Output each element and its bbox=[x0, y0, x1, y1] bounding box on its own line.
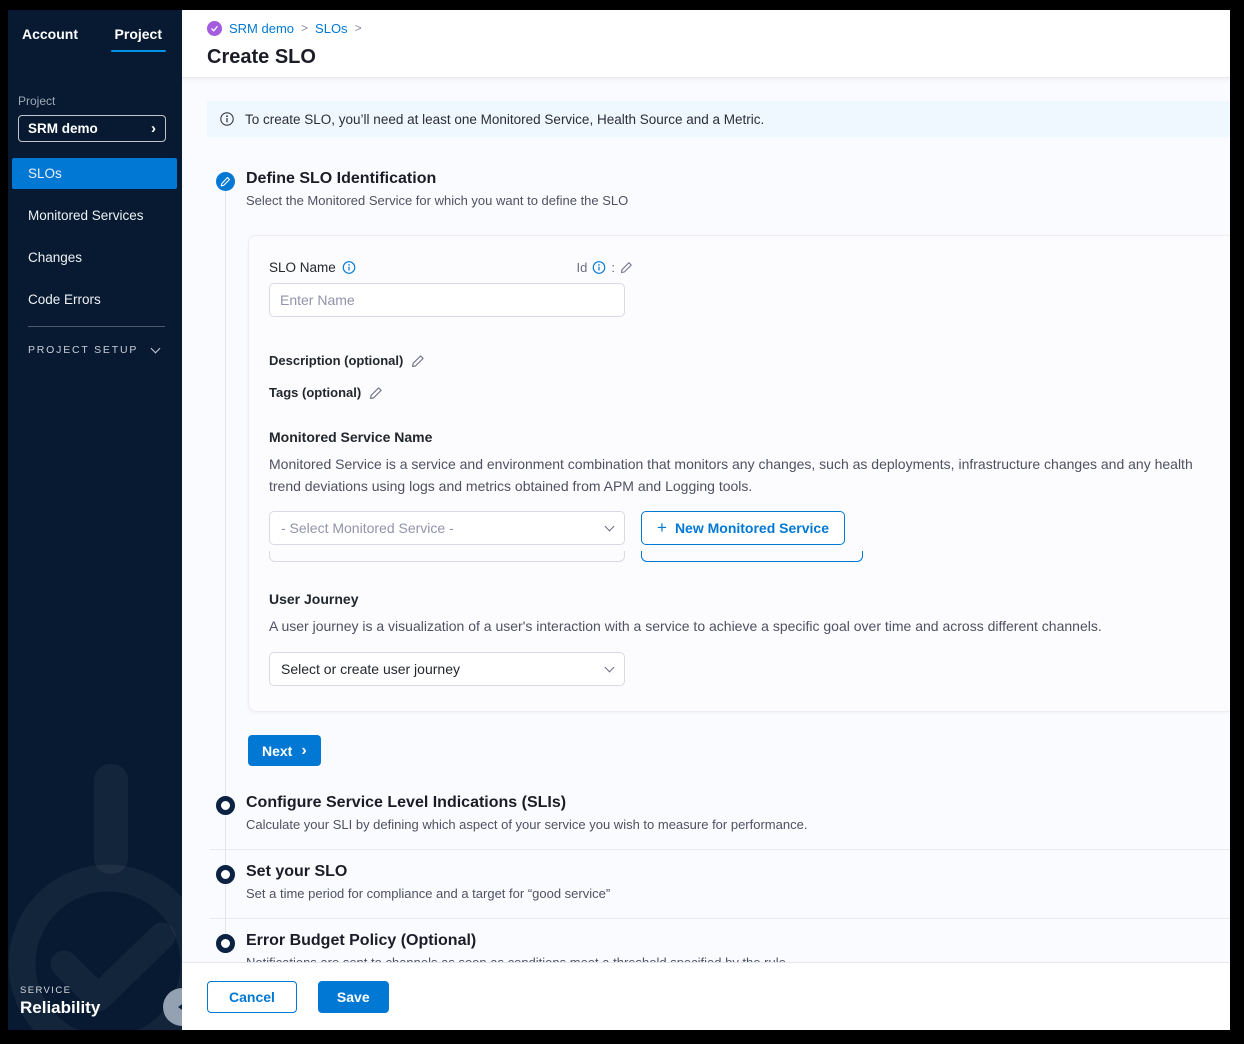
breadcrumb-link-slos[interactable]: SLOs bbox=[315, 21, 348, 36]
name-id-row: SLO Name Id bbox=[269, 260, 633, 275]
monitored-service-controls: - Select Monitored Service - + New Monit… bbox=[269, 511, 1210, 545]
id-group: Id : bbox=[577, 260, 633, 275]
chevron-right-icon: › bbox=[151, 121, 156, 136]
next-button-label: Next bbox=[262, 743, 292, 759]
slo-identification-card: SLO Name Id bbox=[248, 235, 1230, 712]
description-toggle[interactable]: Description (optional) bbox=[269, 353, 1210, 368]
project-selector[interactable]: SRM demo › bbox=[18, 115, 166, 142]
cancel-button[interactable]: Cancel bbox=[207, 981, 297, 1013]
project-setup-label: PROJECT SETUP bbox=[28, 344, 138, 356]
project-setup-toggle[interactable]: PROJECT SETUP bbox=[8, 344, 182, 356]
new-monitored-service-label: New Monitored Service bbox=[675, 520, 829, 536]
srm-module-icon bbox=[207, 21, 222, 36]
monitored-service-select-placeholder: - Select Monitored Service - bbox=[281, 520, 454, 536]
user-journey-description: A user journey is a visualization of a u… bbox=[269, 616, 1204, 638]
ghost-button-border bbox=[641, 551, 863, 562]
sidebar: Account Project Project SRM demo › SLOs … bbox=[8, 10, 182, 1030]
chevron-down-icon bbox=[605, 662, 615, 672]
sidebar-item-slos[interactable]: SLOs bbox=[12, 158, 177, 189]
page-content: To create SLO, you’ll need at least one … bbox=[182, 78, 1230, 962]
wizard-step-4[interactable]: Error Budget Policy (Optional) Notificat… bbox=[210, 919, 1230, 962]
monitored-service-select[interactable]: - Select Monitored Service - bbox=[269, 511, 625, 545]
step-ring-icon bbox=[216, 865, 235, 884]
monitored-service-description: Monitored Service is a service and envir… bbox=[269, 454, 1204, 497]
tab-account[interactable]: Account bbox=[16, 22, 84, 52]
chevron-down-icon bbox=[605, 521, 615, 531]
breadcrumb-link-srm-demo[interactable]: SRM demo bbox=[229, 21, 294, 36]
step-2-subtitle: Calculate your SLI by defining which asp… bbox=[246, 817, 807, 832]
step-3-subtitle: Set a time period for compliance and a t… bbox=[246, 886, 610, 901]
ghost-select-border bbox=[269, 551, 625, 562]
sidebar-item-monitored-services[interactable]: Monitored Services bbox=[8, 200, 182, 231]
step-4-subtitle: Notifications are sent to channels as so… bbox=[246, 955, 789, 962]
project-selector-value: SRM demo bbox=[28, 121, 98, 136]
sidebar-item-changes[interactable]: Changes bbox=[8, 242, 182, 273]
main-area: SRM demo > SLOs > Create SLO To create S… bbox=[182, 10, 1230, 1030]
breadcrumb-separator: > bbox=[355, 21, 362, 35]
triangle-left-icon bbox=[178, 1002, 183, 1012]
user-journey-select[interactable]: Select or create user journey bbox=[269, 652, 625, 686]
wizard-connector-line bbox=[225, 178, 226, 935]
step-2-title: Configure Service Level Indications (SLI… bbox=[246, 794, 807, 812]
tags-toggle[interactable]: Tags (optional) bbox=[269, 385, 1210, 400]
info-icon[interactable] bbox=[342, 261, 356, 274]
description-label: Description (optional) bbox=[269, 353, 403, 368]
wizard-step-1[interactable]: Define SLO Identification Select the Mon… bbox=[216, 170, 1230, 208]
ghost-borders bbox=[269, 551, 1210, 562]
breadcrumb: SRM demo > SLOs > bbox=[207, 19, 1230, 37]
brand-eyebrow: SERVICE bbox=[20, 985, 100, 996]
sidebar-nav: SLOs Monitored Services Changes Code Err… bbox=[8, 158, 182, 315]
project-label: Project bbox=[18, 94, 182, 108]
info-banner-text: To create SLO, you’ll need at least one … bbox=[245, 112, 764, 127]
step-4-title: Error Budget Policy (Optional) bbox=[246, 932, 789, 950]
new-monitored-service-button[interactable]: + New Monitored Service bbox=[641, 511, 845, 545]
info-icon[interactable] bbox=[592, 261, 606, 274]
info-icon bbox=[220, 112, 234, 126]
save-button[interactable]: Save bbox=[318, 981, 389, 1013]
edit-pencil-icon[interactable] bbox=[411, 354, 425, 368]
chevron-down-icon bbox=[151, 343, 161, 353]
scope-tabs: Account Project bbox=[8, 10, 182, 52]
plus-icon: + bbox=[657, 518, 667, 538]
wizard-step-3[interactable]: Set your SLO Set a time period for compl… bbox=[210, 850, 1230, 919]
app-window: Account Project Project SRM demo › SLOs … bbox=[8, 10, 1230, 1030]
edit-pencil-icon[interactable] bbox=[369, 386, 383, 400]
sidebar-item-code-errors[interactable]: Code Errors bbox=[8, 284, 182, 315]
user-journey-controls: Select or create user journey bbox=[269, 652, 1210, 686]
collapsed-steps: Configure Service Level Indications (SLI… bbox=[210, 794, 1230, 962]
breadcrumb-separator: > bbox=[301, 21, 308, 35]
page-footer: Cancel Save bbox=[182, 962, 1230, 1030]
id-label: Id bbox=[577, 260, 588, 275]
page-title: Create SLO bbox=[207, 46, 1230, 69]
step-1-subtitle: Select the Monitored Service for which y… bbox=[246, 193, 628, 208]
sidebar-divider bbox=[28, 326, 165, 327]
chevron-right-icon: › bbox=[301, 743, 306, 759]
step-3-title: Set your SLO bbox=[246, 863, 610, 881]
step-ring-icon bbox=[216, 796, 235, 815]
monitored-service-heading: Monitored Service Name bbox=[269, 429, 1210, 445]
user-journey-select-value: Select or create user journey bbox=[281, 661, 460, 677]
user-journey-heading: User Journey bbox=[269, 591, 1210, 607]
edit-pencil-icon[interactable] bbox=[620, 261, 633, 274]
brand-name: Reliability bbox=[20, 998, 100, 1018]
sidebar-collapse-button[interactable] bbox=[163, 988, 182, 1026]
slo-name-input[interactable] bbox=[269, 283, 625, 317]
edit-pencil-step-icon bbox=[216, 172, 235, 191]
tags-label: Tags (optional) bbox=[269, 385, 361, 400]
wizard-step-2[interactable]: Configure Service Level Indications (SLI… bbox=[210, 794, 1230, 850]
step-ring-icon bbox=[216, 934, 235, 953]
id-separator: : bbox=[611, 260, 615, 275]
slo-name-label: SLO Name bbox=[269, 260, 356, 275]
page-header: SRM demo > SLOs > Create SLO bbox=[182, 10, 1230, 78]
tab-project[interactable]: Project bbox=[109, 22, 168, 52]
info-banner: To create SLO, you’ll need at least one … bbox=[207, 101, 1230, 137]
next-button[interactable]: Next › bbox=[248, 735, 321, 766]
slo-name-label-text: SLO Name bbox=[269, 260, 336, 275]
brand: SERVICE Reliability bbox=[20, 985, 100, 1018]
step-1-title: Define SLO Identification bbox=[246, 170, 628, 188]
